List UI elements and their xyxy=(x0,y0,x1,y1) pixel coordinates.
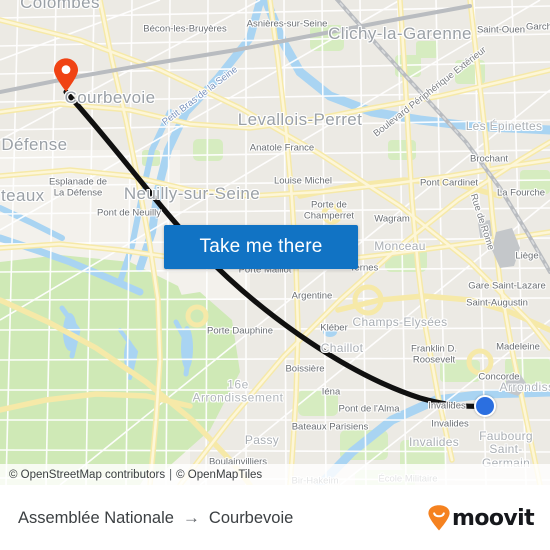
attribution-openmaptiles[interactable]: © OpenMapTiles xyxy=(176,469,262,481)
attribution-separator: | xyxy=(169,468,173,481)
route-origin-label: Assemblée Nationale xyxy=(18,508,174,527)
take-me-there-button[interactable]: Take me there xyxy=(164,225,358,269)
moovit-route-screenshot: Colombes Bécon-les-Bruyères Asnières-sur-S… xyxy=(0,0,550,550)
moovit-logo[interactable]: moovit xyxy=(427,505,535,531)
footer-bar: Assemblée Nationale → Courbevoie moovit xyxy=(0,485,550,550)
route-summary: Assemblée Nationale → Courbevoie xyxy=(18,508,293,528)
moovit-pin-icon xyxy=(428,505,450,531)
route-destination-label: Courbevoie xyxy=(208,508,294,527)
attribution-osm[interactable]: © OpenStreetMap contributors xyxy=(9,469,165,481)
map-canvas[interactable]: Colombes Bécon-les-Bruyères Asnières-sur-S… xyxy=(0,0,550,485)
moovit-wordmark: moovit xyxy=(452,505,535,531)
destination-marker-dot[interactable] xyxy=(474,395,496,417)
route-arrow-icon: → xyxy=(182,508,200,527)
map-attribution-bar: © OpenStreetMap contributors | © OpenMap… xyxy=(0,464,550,485)
